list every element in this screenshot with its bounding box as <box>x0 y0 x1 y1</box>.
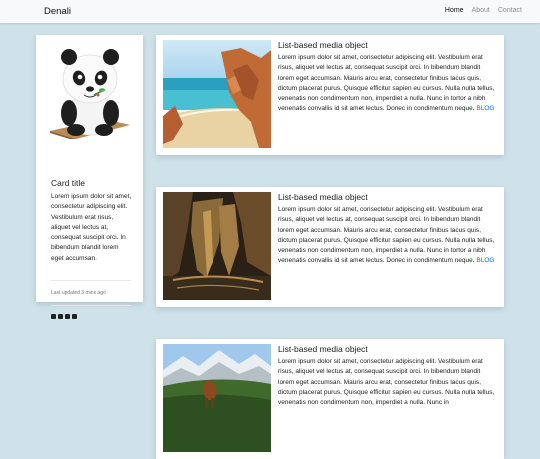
last-updated-text: Last updated 3 mins ago <box>51 290 106 296</box>
card-title: Card title <box>51 178 86 188</box>
linkedin-icon[interactable] <box>58 314 63 319</box>
nav-links: Home About Contact <box>445 7 522 14</box>
nav-about-link[interactable]: About <box>472 7 490 14</box>
card-divider <box>51 305 131 306</box>
blog-link[interactable]: BLOG <box>476 257 494 264</box>
profile-card: Card title Lorem ipsum dolor sit amet, c… <box>36 35 143 319</box>
media-title: List-based media object <box>278 192 368 202</box>
nav-home-link[interactable]: Home <box>445 7 464 14</box>
twitter-icon[interactable] <box>65 314 70 319</box>
navbar: Denali Home About Contact <box>0 0 540 23</box>
media-item: List-based media object Lorem ipsum dolo… <box>156 187 504 307</box>
facebook-icon[interactable] <box>51 314 56 319</box>
nav-contact-link[interactable]: Contact <box>498 7 522 14</box>
media-text: Lorem ipsum dolor sit amet, consectetur … <box>278 54 495 113</box>
cave-photo <box>163 192 271 300</box>
media-body: List-based media object Lorem ipsum dolo… <box>278 192 498 267</box>
card-divider <box>51 280 131 281</box>
media-text: Lorem ipsum dolor sit amet, consectetur … <box>278 358 495 407</box>
brand-link[interactable]: Denali <box>44 6 71 17</box>
media-title: List-based media object <box>278 40 368 50</box>
media-body: List-based media object Lorem ipsum dolo… <box>278 344 498 408</box>
social-icons <box>51 314 77 319</box>
media-text: Lorem ipsum dolor sit amet, consectetur … <box>278 206 495 265</box>
media-title: List-based media object <box>278 344 368 354</box>
panda-avatar-image <box>36 35 143 139</box>
media-item: List-based media object Lorem ipsum dolo… <box>156 339 504 459</box>
card-text: Lorem ipsum dolor sit amet, consectetur … <box>51 193 132 262</box>
blog-link[interactable]: BLOG <box>476 105 494 112</box>
beach-photo <box>163 40 271 148</box>
media-item: List-based media object Lorem ipsum dolo… <box>156 35 504 155</box>
mountain-horse-photo <box>163 344 271 452</box>
media-body: List-based media object Lorem ipsum dolo… <box>278 40 498 115</box>
instagram-icon[interactable] <box>72 314 77 319</box>
